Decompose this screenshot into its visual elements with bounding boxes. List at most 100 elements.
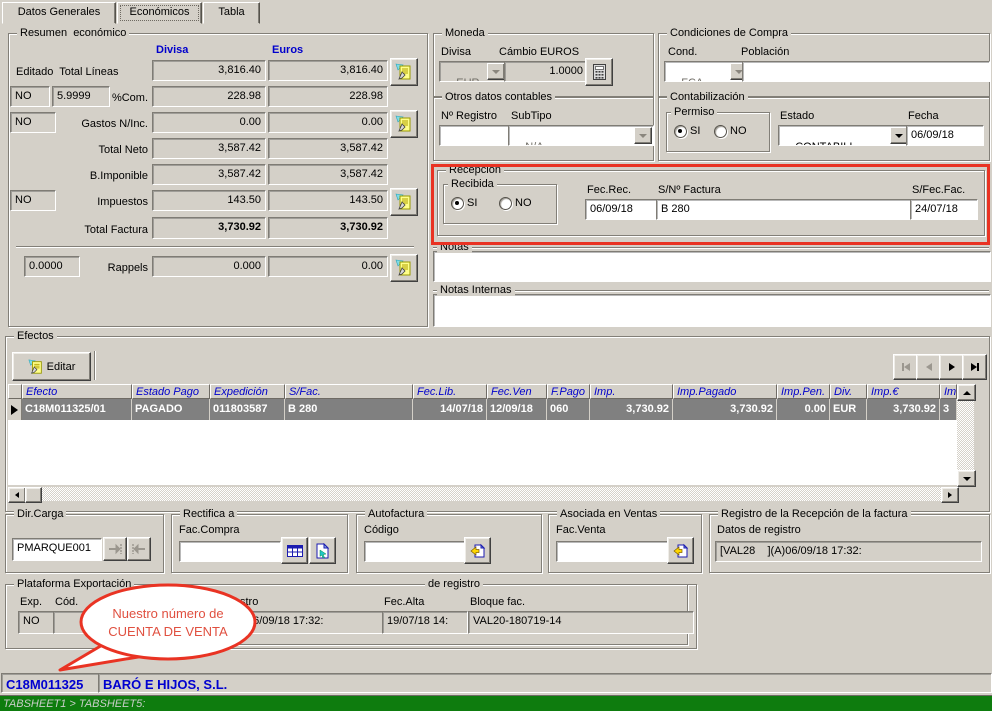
fec-alta-field: 19/07/18 14:	[382, 611, 468, 634]
cambio-field[interactable]: 1.0000	[504, 61, 588, 82]
editado-com-flag[interactable]: NO	[10, 86, 50, 107]
impuestos-flag[interactable]: NO	[10, 190, 56, 211]
cond-combobox[interactable]: FCA	[664, 61, 750, 82]
cell-imp-pen: 0.00	[777, 399, 830, 420]
subtipo-dropdown-button[interactable]	[634, 127, 652, 144]
gastos-divisa[interactable]: 0.00	[152, 112, 266, 133]
permiso-no-radio[interactable]	[714, 125, 727, 138]
editar-button[interactable]: Editar	[12, 352, 91, 381]
table-hscrollbar[interactable]	[8, 487, 957, 501]
snum-factura-field[interactable]: B 280	[656, 199, 912, 220]
calculator-button[interactable]	[585, 58, 613, 86]
total-factura-euros[interactable]: 3,730.92	[268, 217, 388, 239]
first-record-button[interactable]	[893, 354, 918, 380]
dir-carga-input[interactable]: PMARQUE001	[12, 538, 102, 561]
impuestos-note-button[interactable]	[390, 188, 418, 216]
subtipo-combobox[interactable]: N/A	[508, 125, 654, 146]
rappels-note-button[interactable]	[390, 254, 418, 282]
notas-internas-textarea[interactable]	[433, 294, 991, 327]
last-record-button[interactable]	[962, 354, 987, 380]
previous-record-button[interactable]	[916, 354, 941, 380]
num-registro-input[interactable]	[439, 125, 513, 146]
column-header[interactable]: Imp	[940, 384, 957, 399]
autofactura-doc-button[interactable]	[464, 537, 491, 564]
divisa-label: Divisa	[441, 46, 471, 58]
poblacion-input[interactable]	[742, 61, 990, 82]
tab-economicos[interactable]: Económicos	[117, 2, 202, 24]
divisa-combobox[interactable]: EUR	[439, 61, 507, 82]
scroll-up-button[interactable]	[957, 384, 976, 401]
rappels-divisa[interactable]: 0.000	[152, 256, 266, 277]
column-header[interactable]: S/Fac.	[285, 384, 413, 399]
gastos-flag[interactable]: NO	[10, 112, 56, 133]
column-header[interactable]: Estado Pago	[132, 384, 210, 399]
fecha-field[interactable]: 06/09/18	[906, 125, 984, 146]
column-header[interactable]: Efecto	[22, 384, 132, 399]
column-header[interactable]: Expedición	[210, 384, 285, 399]
total-lineas-note-button[interactable]	[390, 58, 418, 86]
column-header[interactable]: Imp.Pen.	[777, 384, 830, 399]
dir-carga-remove-button[interactable]	[127, 537, 151, 561]
column-header[interactable]: Imp.€	[867, 384, 940, 399]
com-percent-field[interactable]: 5.9999	[52, 86, 110, 107]
fac-compra-input[interactable]	[179, 541, 281, 562]
fec-rec-label: Fec.Rec.	[587, 184, 631, 196]
scroll-left-button[interactable]	[8, 487, 26, 503]
divisa-dropdown-button[interactable]	[487, 63, 505, 80]
column-header[interactable]: Div.	[830, 384, 867, 399]
notas-line	[433, 247, 989, 249]
b-imponible-euros[interactable]: 3,587.42	[268, 164, 388, 185]
hscroll-thumb[interactable]	[25, 487, 42, 503]
notas-internas-label: Notas Internas	[437, 284, 515, 296]
fec-rec-field[interactable]: 06/09/18	[585, 199, 657, 220]
recibida-no-radio[interactable]	[499, 197, 512, 210]
gastos-note-button[interactable]	[390, 110, 418, 138]
efectos-table[interactable]: Efecto Estado Pago Expedición S/Fac. Fec…	[8, 384, 957, 485]
rectifica-grid-button[interactable]	[281, 537, 308, 564]
column-header[interactable]: Fec.Ven	[487, 384, 547, 399]
total-lineas-divisa[interactable]: 3,816.40	[152, 60, 266, 81]
scroll-right-button[interactable]	[941, 487, 959, 503]
gastos-euros[interactable]: 0.00	[268, 112, 388, 133]
table-grid-icon	[287, 544, 303, 558]
cell-estado-pago: PAGADO	[132, 399, 210, 420]
total-factura-divisa[interactable]: 3,730.92	[152, 217, 266, 239]
sfec-fac-field[interactable]: 24/07/18	[910, 199, 978, 220]
rappels-percent-field[interactable]: 0.0000	[24, 256, 80, 277]
note-edit-icon	[28, 359, 44, 375]
column-header[interactable]: Fec.Lib.	[413, 384, 487, 399]
column-header[interactable]: F.Pago	[547, 384, 590, 399]
document-arrow-icon	[673, 543, 689, 559]
asociada-doc-button[interactable]	[667, 537, 694, 564]
estado-combobox[interactable]: CONTABILI.	[778, 125, 910, 146]
column-header[interactable]: Imp.	[590, 384, 673, 399]
com-divisa[interactable]: 228.98	[152, 86, 266, 107]
b-imponible-divisa[interactable]: 3,587.42	[152, 164, 266, 185]
column-header[interactable]: Imp.Pagado	[673, 384, 777, 399]
permiso-si-radio[interactable]	[674, 125, 687, 138]
table-vscrollbar[interactable]	[957, 384, 974, 485]
next-record-button[interactable]	[939, 354, 964, 380]
impuestos-euros[interactable]: 143.50	[268, 190, 388, 211]
total-neto-divisa[interactable]: 3,587.42	[152, 138, 266, 159]
table-row[interactable]: C18M011325/01 PAGADO 011803587 B 280 14/…	[8, 399, 957, 420]
scroll-down-button[interactable]	[957, 470, 976, 487]
rectifica-doc-button[interactable]	[309, 537, 336, 564]
tab-datos-generales[interactable]: Datos Generales	[2, 2, 116, 24]
efectos-legend: Efectos	[14, 330, 57, 342]
notas-textarea[interactable]	[433, 251, 991, 282]
impuestos-label: Impuestos	[60, 196, 148, 208]
recibida-si-radio[interactable]	[451, 197, 464, 210]
total-lineas-euros[interactable]: 3,816.40	[268, 60, 388, 81]
arrow-into-icon	[108, 543, 122, 555]
rappels-euros[interactable]: 0.00	[268, 256, 388, 277]
recibida-si-label: SI	[467, 197, 477, 209]
fac-venta-input[interactable]	[556, 541, 668, 562]
codigo-input[interactable]	[364, 541, 466, 562]
impuestos-divisa[interactable]: 143.50	[152, 190, 266, 211]
com-euros[interactable]: 228.98	[268, 86, 388, 107]
dir-carga-add-button[interactable]	[103, 537, 127, 561]
tab-tabla[interactable]: Tabla	[203, 2, 260, 24]
total-neto-euros[interactable]: 3,587.42	[268, 138, 388, 159]
document-pointer-icon	[315, 543, 330, 559]
